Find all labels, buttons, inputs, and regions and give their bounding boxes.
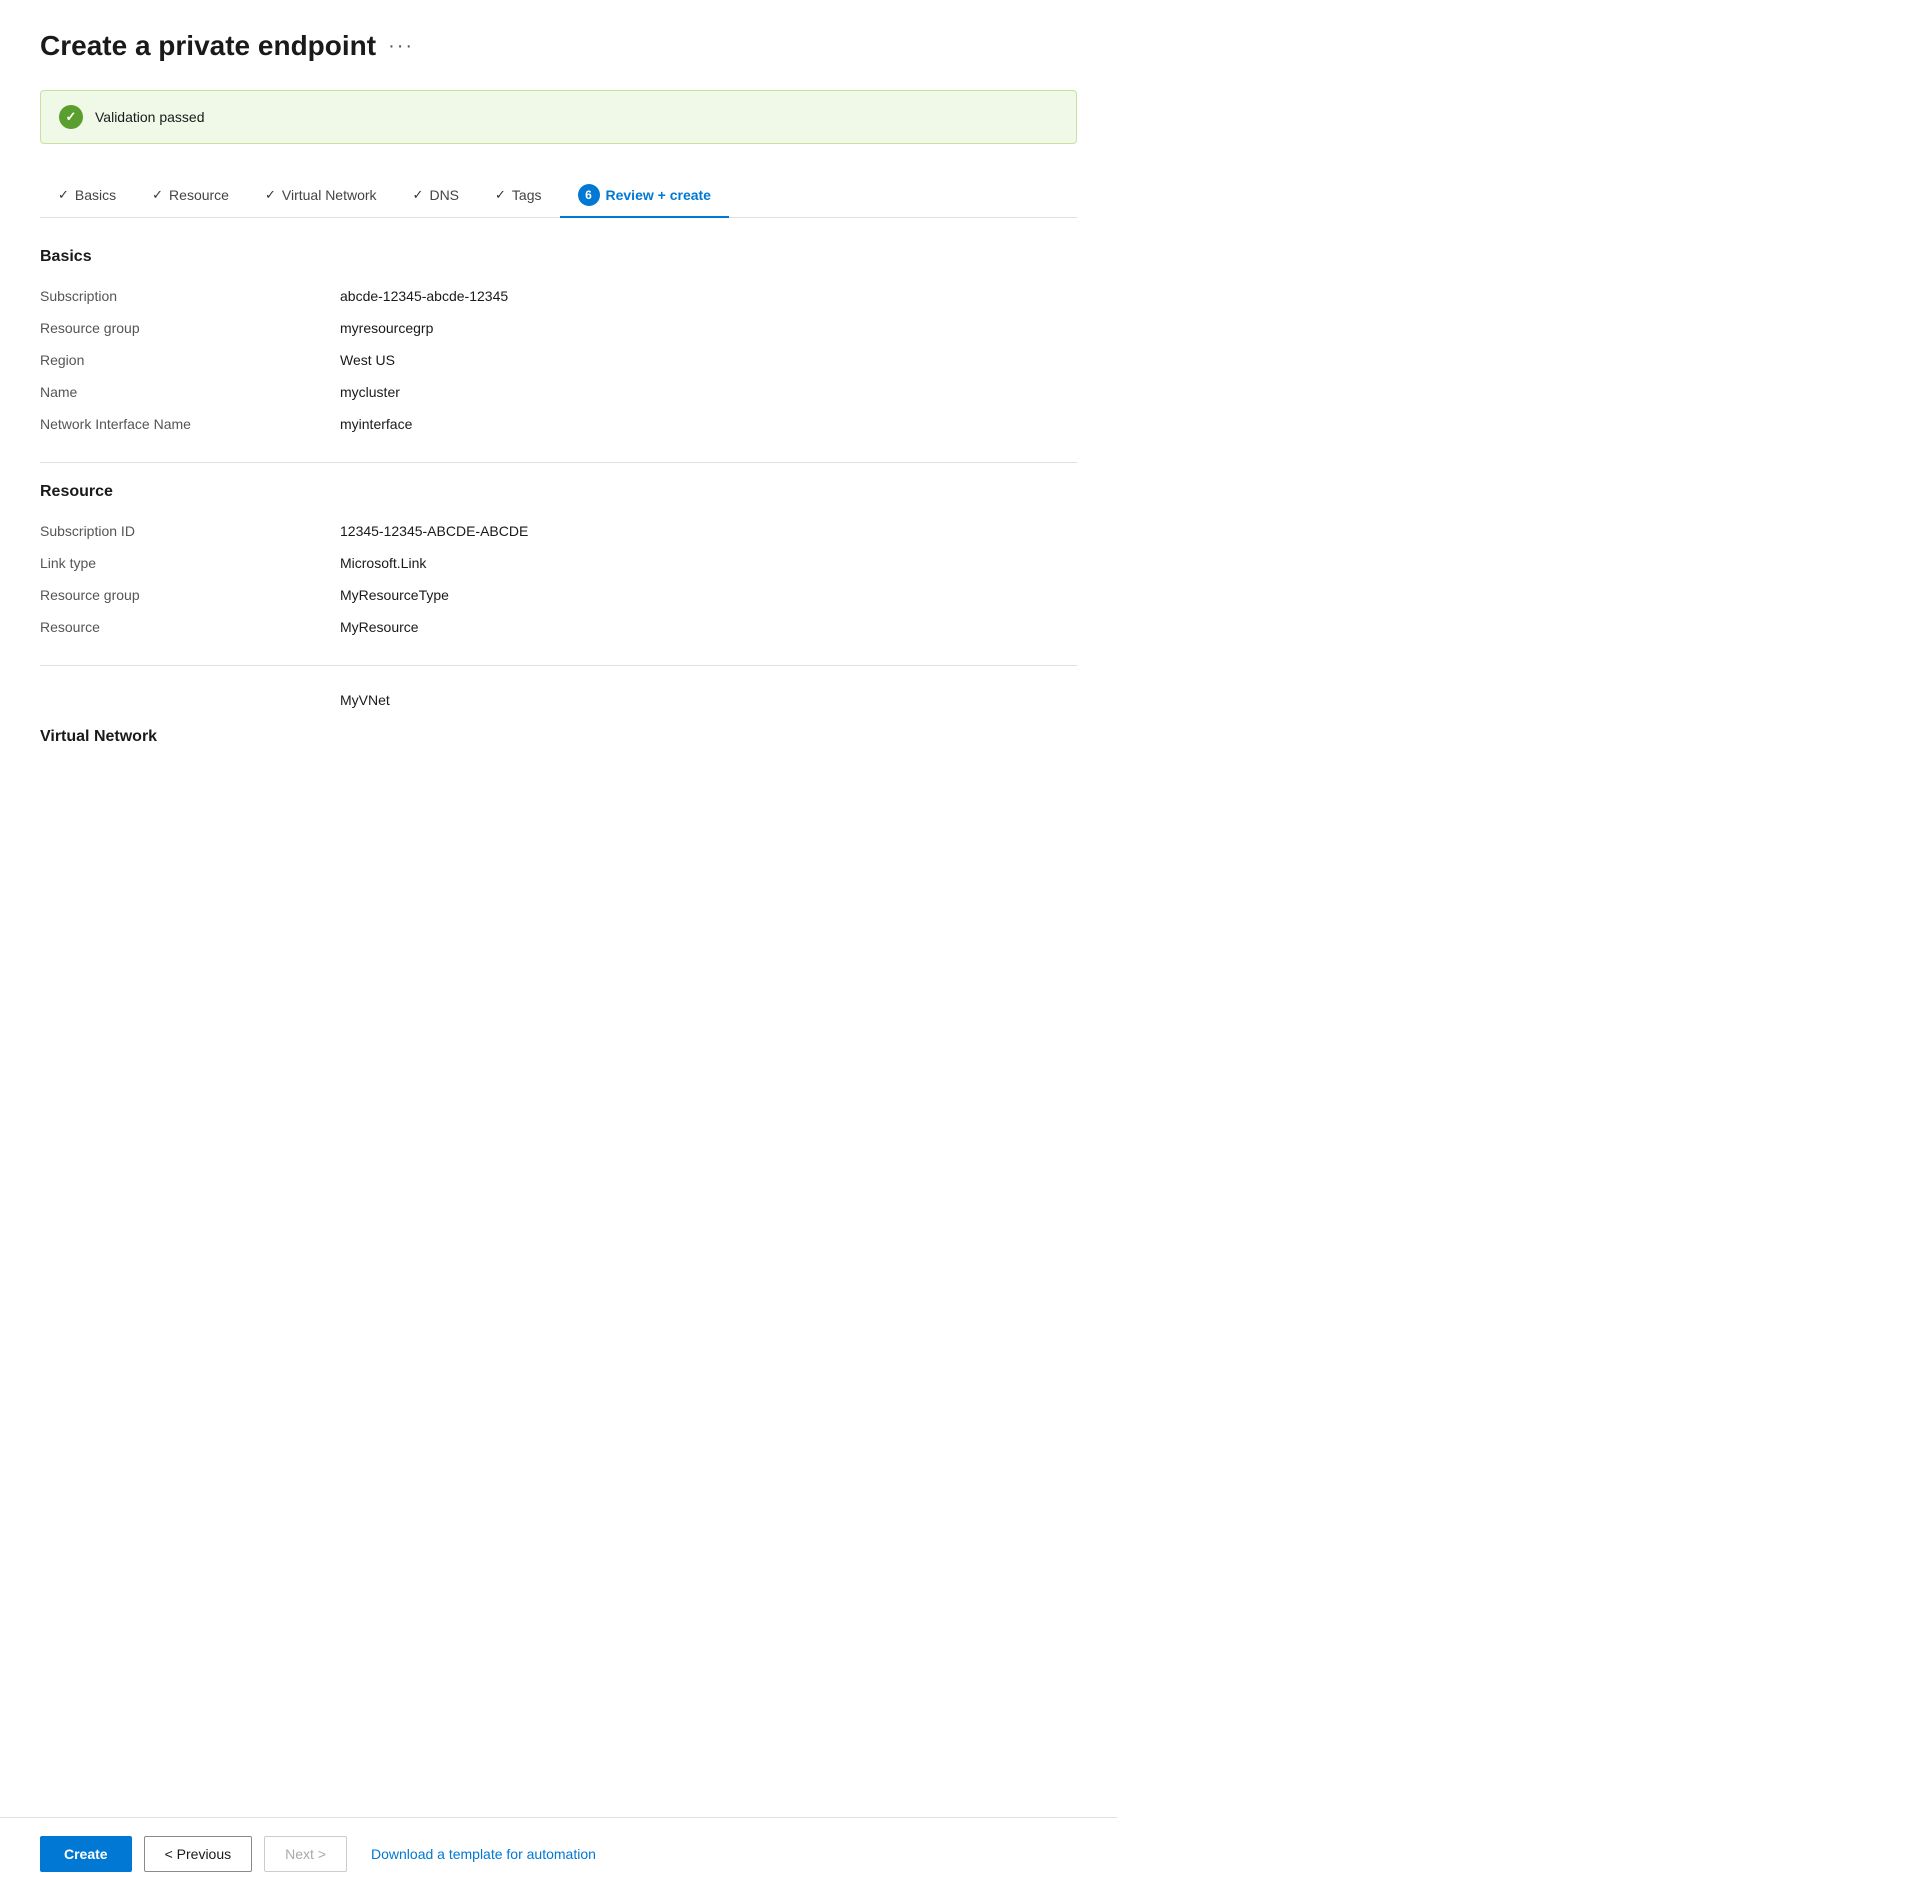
field-value-name: mycluster xyxy=(340,384,400,400)
step-badge-review: 6 xyxy=(578,184,600,206)
field-label-link-type: Link type xyxy=(40,555,340,571)
check-icon-dns: ✓ xyxy=(413,187,424,203)
field-value-region: West US xyxy=(340,352,395,368)
field-value-resource-group-resource: MyResourceType xyxy=(340,587,449,603)
field-row-resource-group-resource: Resource group MyResourceType xyxy=(40,581,1077,613)
field-row-subscription: Subscription abcde-12345-abcde-12345 xyxy=(40,282,1077,314)
field-row-myvnet-value: MyVNet xyxy=(40,686,1077,718)
tab-virtual-network[interactable]: ✓ Virtual Network xyxy=(247,177,395,215)
field-label-resource: Resource xyxy=(40,619,340,635)
field-value-resource: MyResource xyxy=(340,619,419,635)
field-value-nic-name: myinterface xyxy=(340,416,412,432)
field-row-resource: Resource MyResource xyxy=(40,613,1077,645)
field-label-nic-name: Network Interface Name xyxy=(40,416,340,432)
tab-virtual-network-label: Virtual Network xyxy=(282,187,377,203)
next-button: Next > xyxy=(264,1836,347,1872)
page-title: Create a private endpoint xyxy=(40,30,376,62)
field-label-resource-group: Resource group xyxy=(40,320,340,336)
check-icon-virtual-network: ✓ xyxy=(265,187,276,203)
download-template-link[interactable]: Download a template for automation xyxy=(371,1846,596,1862)
field-label-name: Name xyxy=(40,384,340,400)
tab-dns[interactable]: ✓ DNS xyxy=(395,177,477,215)
tab-tags[interactable]: ✓ Tags xyxy=(477,177,559,215)
field-row-subscription-id: Subscription ID 12345-12345-ABCDE-ABCDE xyxy=(40,517,1077,549)
divider-resource-vnet xyxy=(40,665,1077,666)
field-row-resource-group: Resource group myresourcegrp xyxy=(40,314,1077,346)
tab-basics-label: Basics xyxy=(75,187,116,203)
field-row-link-type: Link type Microsoft.Link xyxy=(40,549,1077,581)
field-label-resource-group-resource: Resource group xyxy=(40,587,340,603)
field-value-subscription: abcde-12345-abcde-12345 xyxy=(340,288,508,304)
tab-review-create[interactable]: 6 Review + create xyxy=(560,174,729,218)
validation-text: Validation passed xyxy=(95,109,204,125)
tab-basics[interactable]: ✓ Basics xyxy=(40,177,134,215)
field-label-region: Region xyxy=(40,352,340,368)
tabs-container: ✓ Basics ✓ Resource ✓ Virtual Network ✓ … xyxy=(40,174,1077,218)
tab-review-create-label: Review + create xyxy=(606,187,711,203)
field-value-resource-group: myresourcegrp xyxy=(340,320,433,336)
field-label-subscription-id: Subscription ID xyxy=(40,523,340,539)
section-basics-title: Basics xyxy=(40,248,1077,266)
previous-button[interactable]: < Previous xyxy=(144,1836,253,1872)
field-row-region: Region West US xyxy=(40,346,1077,378)
validation-banner: Validation passed xyxy=(40,90,1077,144)
tab-resource-label: Resource xyxy=(169,187,229,203)
field-value-myvnet: MyVNet xyxy=(340,692,390,708)
field-label-subscription: Subscription xyxy=(40,288,340,304)
section-resource-title: Resource xyxy=(40,483,1077,501)
check-icon-resource: ✓ xyxy=(152,187,163,203)
more-options-icon[interactable]: ··· xyxy=(388,35,414,58)
field-row-nic-name: Network Interface Name myinterface xyxy=(40,410,1077,442)
create-button[interactable]: Create xyxy=(40,1836,132,1872)
field-value-subscription-id: 12345-12345-ABCDE-ABCDE xyxy=(340,523,528,539)
divider-basics-resource xyxy=(40,462,1077,463)
check-icon-basics: ✓ xyxy=(58,187,69,203)
tab-resource[interactable]: ✓ Resource xyxy=(134,177,247,215)
footer: Create < Previous Next > Download a temp… xyxy=(0,1817,1117,1890)
tab-tags-label: Tags xyxy=(512,187,542,203)
section-virtual-network-title: Virtual Network xyxy=(40,728,1077,746)
page-header: Create a private endpoint ··· xyxy=(40,30,1077,62)
check-icon-tags: ✓ xyxy=(495,187,506,203)
validation-success-icon xyxy=(59,105,83,129)
field-value-link-type: Microsoft.Link xyxy=(340,555,426,571)
field-row-name: Name mycluster xyxy=(40,378,1077,410)
tab-dns-label: DNS xyxy=(429,187,459,203)
content-area: Basics Subscription abcde-12345-abcde-12… xyxy=(40,248,1077,862)
